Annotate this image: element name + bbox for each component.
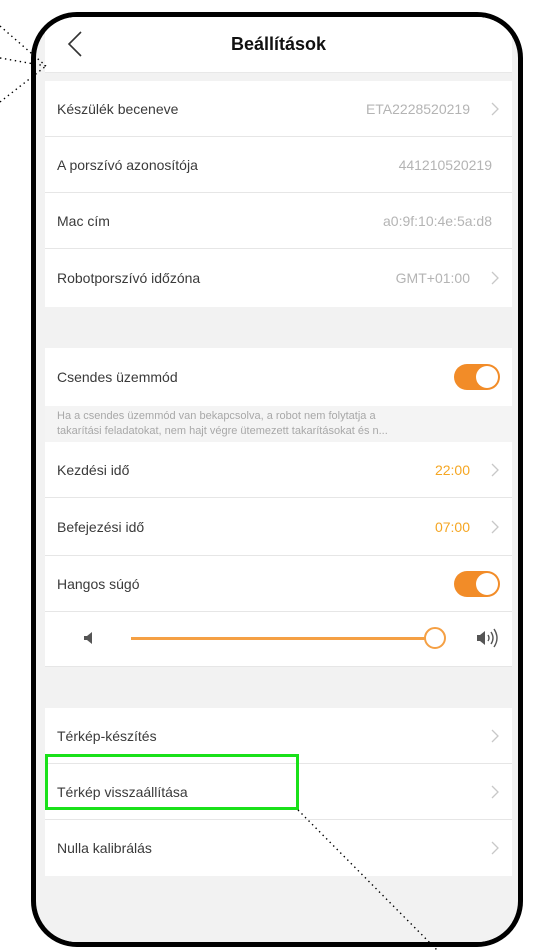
chevron-right-icon xyxy=(491,729,499,742)
page-title: Beállítások xyxy=(230,34,327,54)
row-mac-address: Mac cím a0:9f:10:4e:5a:d8 xyxy=(45,193,512,249)
row-label: Térkép-készítés xyxy=(57,727,157,744)
row-label: Csendes üzemmód xyxy=(57,369,178,385)
volume-slider-row xyxy=(45,612,512,667)
voice-prompt-toggle[interactable] xyxy=(454,570,500,597)
volume-slider-thumb[interactable] xyxy=(424,627,446,649)
row-value: ETA2228520219 xyxy=(365,100,470,117)
row-label: Hangos súgó xyxy=(57,575,140,592)
chevron-right-icon xyxy=(491,785,499,798)
row-voice-prompt: Hangos súgó xyxy=(45,556,512,612)
speaker-low-icon xyxy=(84,632,92,644)
row-start-time[interactable]: Kezdési idő 22:00 xyxy=(45,442,512,498)
chevron-right-icon xyxy=(491,271,499,285)
row-map-build[interactable]: Térkép-készítés xyxy=(45,708,512,764)
quiet-mode-description: Ha a csendes üzemmód van bekapcsolva, a … xyxy=(45,406,512,442)
quiet-mode-toggle[interactable] xyxy=(454,364,500,390)
volume-slider-fill xyxy=(131,637,435,640)
row-label: A porszívó azonosítója xyxy=(57,156,198,173)
row-label: Robotporszívó időzóna xyxy=(57,270,201,286)
row-label: Készülék beceneve xyxy=(57,100,179,117)
description-line: Ha a csendes üzemmód van bekapcsolva, a … xyxy=(57,410,376,422)
row-label: Mac cím xyxy=(57,212,110,229)
row-value: 441210520219 xyxy=(398,156,492,173)
row-label: Befejezési idő xyxy=(57,518,145,535)
speaker-high-icon xyxy=(477,628,498,648)
chevron-right-icon xyxy=(491,463,499,476)
volume-slider[interactable] xyxy=(131,627,446,649)
row-zero-calibration[interactable]: Nulla kalibrálás xyxy=(45,820,512,876)
chevron-right-icon xyxy=(491,102,499,115)
row-end-time[interactable]: Befejezési idő 07:00 xyxy=(45,498,512,556)
phone-frame: Beállítások Készülék beceneve ETA2228520… xyxy=(31,12,523,947)
row-map-restore[interactable]: Térkép visszaállítása xyxy=(45,764,512,820)
chevron-right-icon xyxy=(491,841,499,855)
row-device-id: A porszívó azonosítója 441210520219 xyxy=(45,137,512,193)
chevron-right-icon xyxy=(491,520,499,533)
row-device-nickname[interactable]: Készülék beceneve ETA2228520219 xyxy=(45,81,512,137)
description-line: takarítási feladatokat, nem hajt végre ü… xyxy=(57,425,388,437)
row-value: 07:00 xyxy=(434,518,470,535)
row-timezone[interactable]: Robotporszívó időzóna GMT+01:00 xyxy=(45,249,512,307)
row-label: Térkép visszaállítása xyxy=(57,783,188,800)
row-label: Nulla kalibrálás xyxy=(57,840,152,856)
navigation-bar: Beállítások xyxy=(45,17,512,73)
row-value: 22:00 xyxy=(434,461,470,478)
settings-screen: Beállítások Készülék beceneve ETA2228520… xyxy=(45,17,512,942)
row-quiet-mode: Csendes üzemmód xyxy=(45,348,512,406)
row-label: Kezdési idő xyxy=(57,461,130,478)
row-value: a0:9f:10:4e:5a:d8 xyxy=(383,212,492,229)
row-value: GMT+01:00 xyxy=(395,270,470,286)
